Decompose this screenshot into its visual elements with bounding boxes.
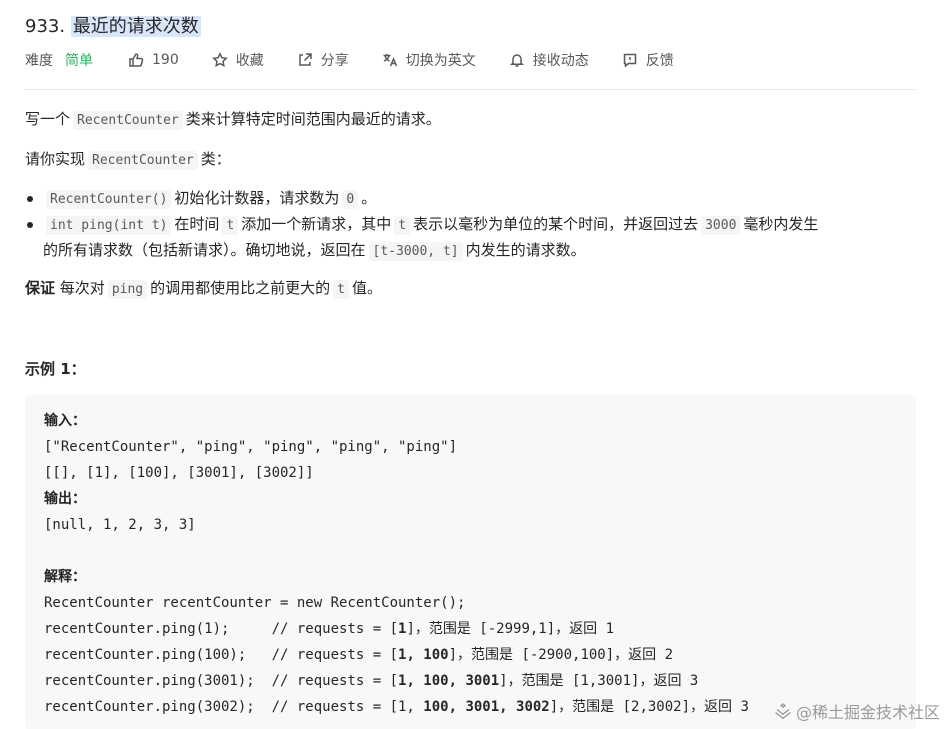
code-bold: 1, 100, 3001 [398,673,500,689]
code-line-5: recentCounter.ping(3002); // requests = … [44,697,749,717]
list-item: int ping(int t) 在时间 t 添加一个新请求，其中 t 表示以毫秒为单位的某… [0,212,920,264]
feedback-button[interactable]: 反馈 [621,50,674,70]
text: 毫秒内发生 [743,215,819,233]
code-text: ]，范围是 [2,3002]，返回 3 [549,699,749,715]
list-item: RecentCounter() 初始化计数器，请求数为 0。 [0,186,920,212]
code-line-2: recentCounter.ping(1); // requests = [1]… [44,619,614,639]
text: 内发生的请求数。 [465,241,586,259]
bell-icon [508,51,526,69]
text: 类来计算特定时间范围内最近的请求。 [185,110,441,128]
inline-code: ping [107,280,148,299]
method-list: RecentCounter() 初始化计数器，请求数为 0。 int ping(in… [25,186,920,264]
code-text: recentCounter.ping(1); // requests = [ [44,621,399,637]
subscribe-label: 接收动态 [532,53,589,69]
text: 。 [361,189,377,207]
inline-code: 0 [342,190,359,209]
example-code-block: 输入： ["RecentCounter", "ping", "ping", "p… [25,395,916,729]
inline-code: RecentCounter [88,151,198,170]
input-line-1: ["RecentCounter", "ping", "ping", "ping"… [44,439,458,455]
inline-code: RecentCounter [73,111,183,130]
problem-title: 933. 最近的请求次数 [25,14,201,40]
thumbs-up-icon [127,51,145,69]
input-line-2: [[], [1], [100], [3001], [3002]] [44,465,314,481]
text: 每次对 [59,279,105,297]
text: 的所有请求数（包括新请求）。确切地说，返回在 [43,241,366,259]
guarantee-line: 保证 每次对 ping 的调用都使用比之前更大的 t 值。 [25,276,382,302]
juejin-logo-icon [775,703,791,720]
inline-code: RecentCounter() [46,190,172,209]
watermark-text: @稀土掘金技术社区 [795,703,940,722]
code-text: recentCounter.ping(100); // requests = [ [44,647,399,663]
text: 请你实现 [25,150,86,168]
share-icon [296,51,314,69]
problem-meta-bar: 难度 简单 190 收藏 分享 切换为英文 接收动态 反馈 [25,49,706,71]
code-text: recentCounter.ping(3001); // requests = … [44,673,399,689]
like-count: 190 [152,52,179,68]
code-line-1: RecentCounter recentCounter = new Recent… [44,595,466,611]
code-line-3: recentCounter.ping(100); // requests = [… [44,645,673,665]
feedback-icon [621,51,639,69]
like-button[interactable]: 190 [127,51,179,69]
star-icon [211,51,229,69]
inline-code: t [222,216,239,235]
inline-code: t [394,216,411,235]
divider [25,89,916,90]
problem-name: 最近的请求次数 [70,16,201,37]
text: 的调用都使用比之前更大的 [150,279,331,297]
share-button[interactable]: 分享 [296,50,349,70]
favorite-label: 收藏 [235,53,264,69]
inline-code: [t-3000, t] [368,242,463,261]
description-line-1: 写一个 RecentCounter 类来计算特定时间范围内最近的请求。 [25,107,441,133]
output-label: 输出： [44,491,86,507]
favorite-button[interactable]: 收藏 [211,50,264,70]
code-line-4: recentCounter.ping(3001); // requests = … [44,671,698,691]
input-label: 输入： [44,413,86,429]
feedback-label: 反馈 [645,53,674,69]
inline-code: t [333,280,349,299]
example-title: 示例 1： [25,360,86,378]
text: 添加一个新请求，其中 [241,215,392,233]
code-bold: 1, 100 [398,647,449,663]
code-text: ]，范围是 [1,3001]，返回 3 [499,673,699,689]
watermark: @稀土掘金技术社区 [774,699,940,723]
code-bold: 100, 3001, 3002 [423,699,550,715]
text: 值。 [351,279,382,297]
description-line-2: 请你实现 RecentCounter 类： [25,147,231,173]
code-text: recentCounter.ping(3002); // requests = … [44,699,424,715]
translate-icon [381,51,399,69]
switch-language-button[interactable]: 切换为英文 [381,50,476,70]
difficulty-label: 难度 [25,53,53,69]
code-text: ]，范围是 [-2900,100]，返回 2 [448,647,674,663]
output-line: [null, 1, 2, 3, 3] [44,517,196,533]
difficulty-badge: 简单 [65,53,93,69]
code-text: ]，范围是 [-2999,1]，返回 1 [406,621,615,637]
text: 初始化计数器，请求数为 [174,189,340,207]
text: 写一个 [25,110,71,128]
text: 在时间 [174,215,220,233]
inline-code: int ping(int t) [46,216,172,235]
text: 类： [200,150,231,168]
share-label: 分享 [320,53,349,69]
bold-text: 保证 [25,279,56,297]
text: 表示以毫秒为单位的某个时间，并返回过去 [413,215,699,233]
subscribe-button[interactable]: 接收动态 [508,50,589,70]
switch-language-label: 切换为英文 [405,53,476,69]
inline-code: 3000 [701,216,741,235]
explain-label: 解释： [44,569,86,585]
problem-number: 933. [25,16,66,37]
